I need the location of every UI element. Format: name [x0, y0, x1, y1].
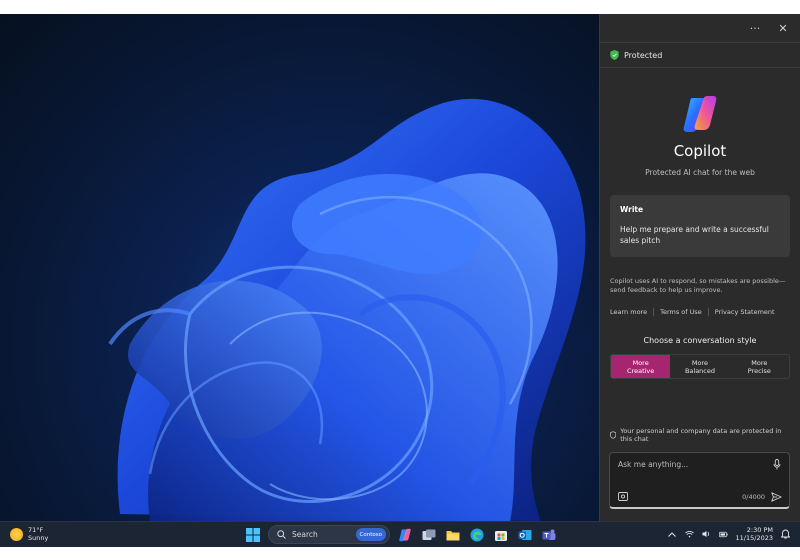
- privacy-statement-link[interactable]: Privacy Statement: [707, 308, 781, 316]
- chat-input-placeholder: Ask me anything...: [618, 460, 689, 469]
- panel-subtitle: Protected AI chat for the web: [645, 168, 755, 177]
- task-view-icon[interactable]: [420, 526, 438, 544]
- start-icon[interactable]: [244, 526, 262, 544]
- volume-icon[interactable]: [701, 530, 711, 539]
- style-more-balanced-button[interactable]: More Balanced: [670, 355, 729, 378]
- weather-text: 71°F Sunny: [28, 526, 48, 542]
- taskbar-clock[interactable]: 2:30 PM 11/15/2023: [736, 526, 773, 542]
- weather-temperature: 71°F: [28, 526, 44, 534]
- shield-outline-icon: [610, 431, 617, 439]
- desktop-wallpaper: [0, 14, 600, 521]
- send-icon[interactable]: [771, 492, 782, 502]
- notification-bell-icon[interactable]: [781, 529, 790, 539]
- chevron-up-icon[interactable]: [668, 530, 677, 539]
- system-tray: 2:30 PM 11/15/2023: [668, 526, 790, 542]
- sun-icon: [10, 527, 23, 541]
- search-icon: [277, 530, 286, 539]
- style-line1: More: [751, 358, 768, 367]
- search-highlight-pill: Contoso: [355, 528, 386, 541]
- clock-time: 2:30 PM: [746, 526, 773, 534]
- suggestion-card[interactable]: Write Help me prepare and write a succes…: [610, 195, 790, 257]
- style-line2: Balanced: [684, 366, 716, 375]
- conversation-style-label: Choose a conversation style: [643, 336, 757, 345]
- edge-icon[interactable]: [468, 526, 486, 544]
- copilot-logo: [600, 94, 800, 134]
- protected-label: Protected: [624, 50, 663, 60]
- copilot-logo-icon: [683, 96, 717, 132]
- taskbar: 71°F Sunny Search Contoso 2:30 PM 11/15/…: [0, 521, 800, 547]
- protected-status: Protected: [600, 42, 800, 68]
- character-counter: 0/4000: [742, 493, 765, 501]
- search-label: Search: [292, 530, 318, 539]
- weather-condition: Sunny: [28, 534, 49, 542]
- taskbar-apps: Search Contoso: [244, 525, 558, 544]
- style-line1: More: [691, 358, 709, 367]
- suggestion-card-title: Write: [620, 205, 644, 214]
- learn-more-link[interactable]: Learn more: [610, 308, 653, 316]
- battery-icon[interactable]: [718, 530, 728, 539]
- weather-widget[interactable]: 71°F Sunny: [10, 526, 48, 542]
- footer-links: Learn more Terms of Use Privacy Statemen…: [610, 308, 790, 316]
- desktop-screen: ··· ✕ Protected Copilot Protected AI cha…: [0, 14, 800, 547]
- panel-title: Copilot: [673, 142, 727, 160]
- chat-input[interactable]: Ask me anything... 0/4000: [609, 452, 790, 509]
- style-more-creative-button[interactable]: More Creative: [611, 355, 671, 378]
- close-icon[interactable]: ✕: [776, 21, 790, 35]
- clock-date: 11/15/2023: [735, 534, 773, 542]
- ai-disclaimer: Copilot uses AI to respond, so mistakes …: [610, 277, 786, 294]
- privacy-note-text: Your personal and company data are prote…: [620, 427, 782, 443]
- file-explorer-icon[interactable]: [444, 526, 462, 544]
- shield-icon: [610, 50, 619, 60]
- copilot-icon[interactable]: [396, 526, 414, 544]
- wifi-icon[interactable]: [684, 530, 694, 539]
- copilot-panel: ··· ✕ Protected Copilot Protected AI cha…: [599, 14, 800, 521]
- privacy-note: Your personal and company data are prote…: [610, 427, 790, 443]
- taskbar-search-box[interactable]: Search Contoso: [268, 525, 390, 544]
- style-line1: More: [632, 358, 649, 367]
- teams-icon[interactable]: [540, 526, 558, 544]
- outlook-icon[interactable]: [516, 526, 534, 544]
- store-icon[interactable]: [492, 526, 510, 544]
- style-line2: Creative: [627, 366, 655, 375]
- bloom-artwork: [108, 98, 586, 521]
- more-options-icon[interactable]: ···: [748, 21, 762, 35]
- terms-of-use-link[interactable]: Terms of Use: [653, 308, 708, 316]
- add-image-icon[interactable]: [618, 492, 628, 501]
- style-line2: Precise: [747, 366, 771, 375]
- suggestion-card-text: Help me prepare and write a successful s…: [620, 225, 769, 245]
- conversation-style-selector: More Creative More Balanced More Precise: [610, 354, 790, 379]
- panel-title-bar: ··· ✕: [600, 14, 800, 42]
- microphone-icon[interactable]: [773, 459, 781, 470]
- style-more-precise-button[interactable]: More Precise: [730, 355, 789, 378]
